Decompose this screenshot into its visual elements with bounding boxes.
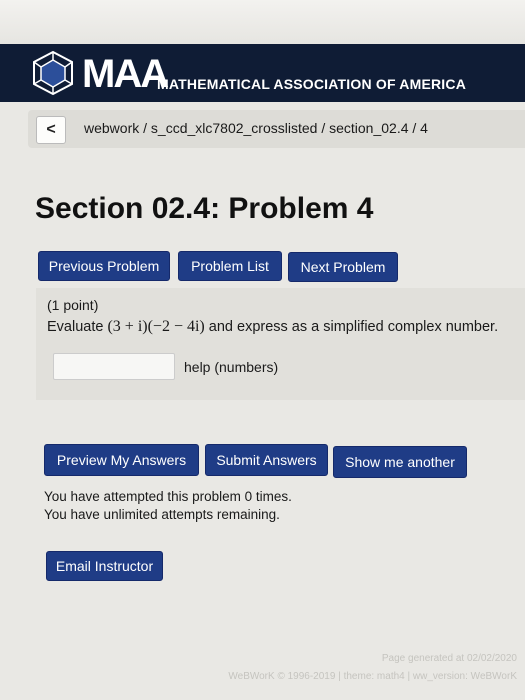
submit-answers-button[interactable]: Submit Answers [205,444,328,476]
help-link[interactable]: help (numbers) [184,359,278,375]
problem-statement: Evaluate (3 + i)(−2 − 4i) and express as… [47,318,498,336]
association-name: MATHEMATICAL ASSOCIATION OF AMERICA [157,76,467,92]
page-generated: Page generated at 02/02/2020 [381,653,517,664]
answer-input[interactable] [53,353,175,380]
problem-list-button[interactable]: Problem List [178,251,282,281]
breadcrumb[interactable]: webwork / s_ccd_xlc7802_crosslisted / se… [84,120,428,136]
maa-logo-text[interactable]: MAA [82,54,169,94]
statement-prefix: Evaluate [47,319,108,335]
site-header [0,44,525,102]
preview-answers-button[interactable]: Preview My Answers [44,444,199,476]
previous-problem-button[interactable]: Previous Problem [38,251,170,281]
problem-box [36,288,525,400]
remaining-text: You have unlimited attempts remaining. [44,507,280,522]
polyhedron-logo-icon[interactable] [30,50,76,96]
next-problem-button[interactable]: Next Problem [288,252,398,282]
show-another-button[interactable]: Show me another [333,446,467,478]
attempt-status: You have attempted this problem 0 times.… [44,488,292,524]
chevron-left-icon: < [46,121,56,138]
problem-points: (1 point) [47,297,99,313]
email-instructor-button[interactable]: Email Instructor [46,551,163,581]
footer-copyright: WeBWorK © 1996-2019 | theme: math4 | ww_… [228,671,517,682]
page-title: Section 02.4: Problem 4 [35,192,374,225]
math-expression: (3 + i)(−2 − 4i) [107,318,205,335]
attempted-text: You have attempted this problem 0 times. [44,489,292,504]
top-strip [0,0,525,44]
statement-suffix: and express as a simplified complex numb… [204,319,499,335]
back-button[interactable]: < [36,116,66,144]
